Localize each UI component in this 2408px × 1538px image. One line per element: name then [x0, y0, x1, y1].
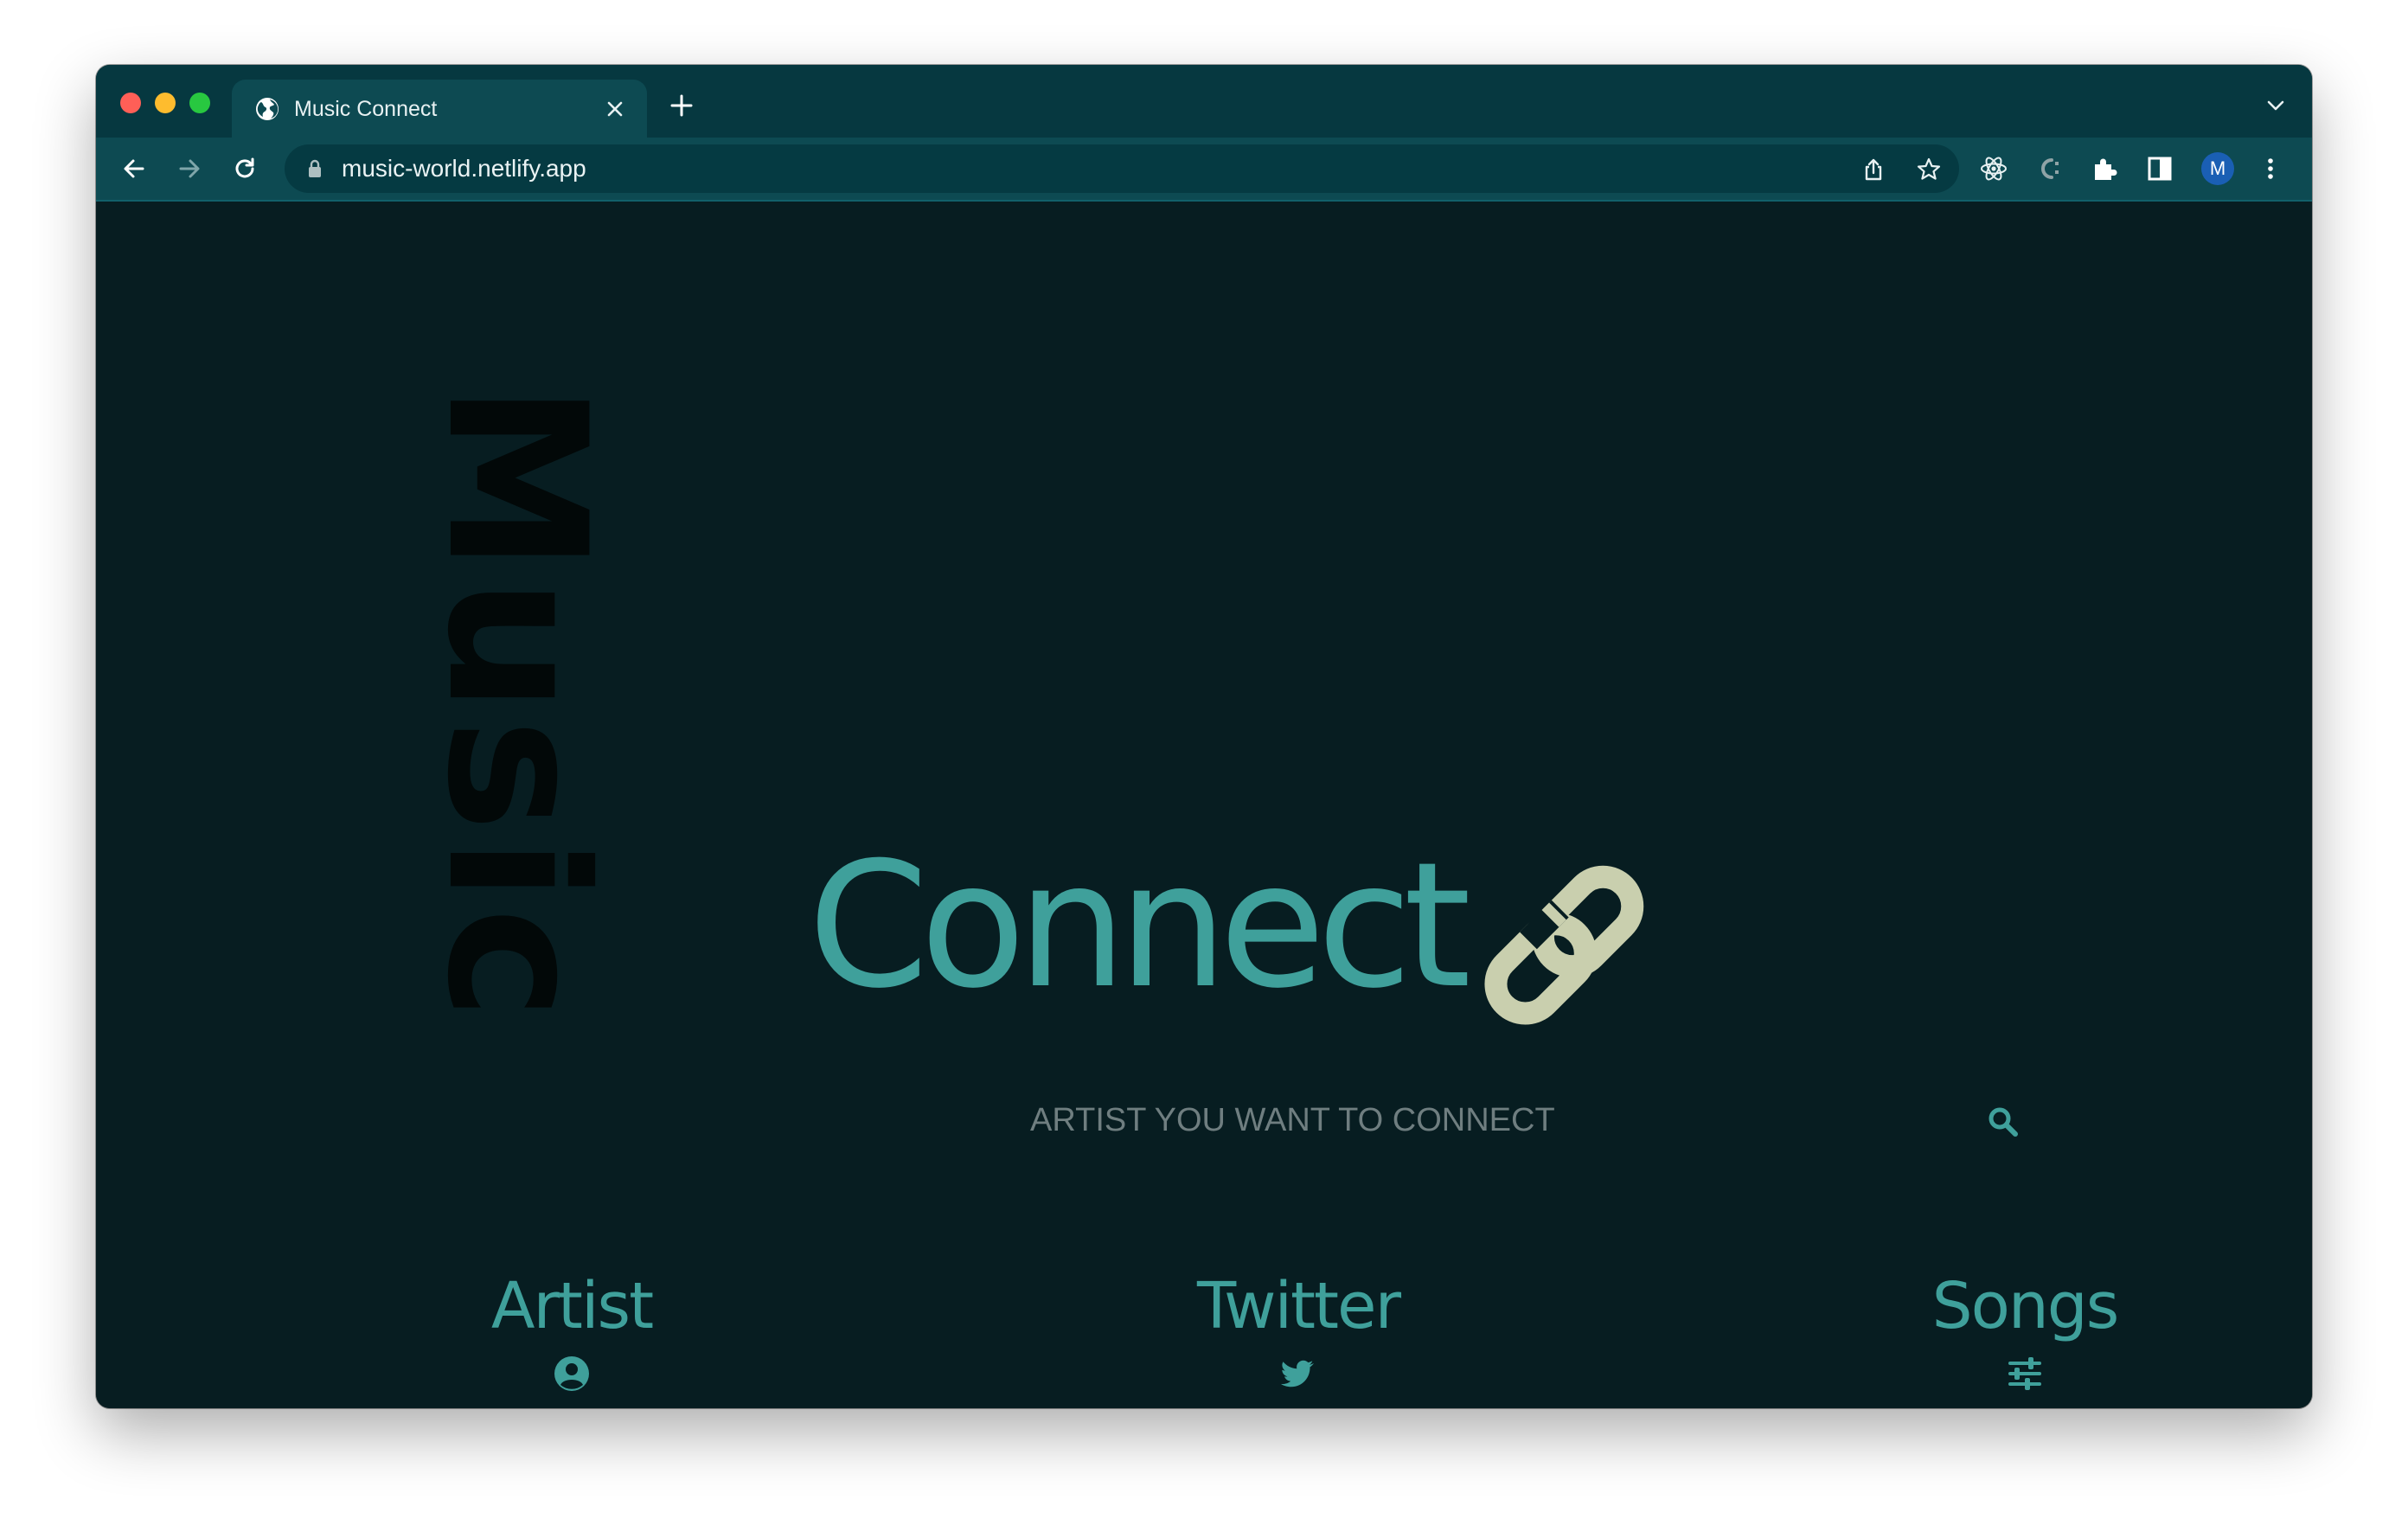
nav-songs[interactable]: Songs	[1809, 1270, 2241, 1393]
zoom-window-button[interactable]	[189, 93, 210, 113]
page-content: Music Connect Artist	[96, 202, 2312, 1408]
nav-songs-label: Songs	[1931, 1269, 2120, 1343]
nav-twitter[interactable]: Twitter	[1082, 1270, 1515, 1393]
lock-icon[interactable]	[307, 159, 323, 178]
user-circle-icon	[554, 1356, 589, 1391]
search-icon[interactable]	[1987, 1105, 2020, 1138]
extensions-icon[interactable]	[2090, 154, 2119, 183]
close-icon[interactable]	[604, 98, 626, 120]
link-icon	[1484, 865, 1644, 1025]
reload-icon[interactable]	[231, 155, 259, 183]
react-devtools-icon[interactable]	[1979, 154, 2008, 183]
star-icon[interactable]	[1916, 157, 1942, 183]
more-icon[interactable]	[2256, 154, 2285, 183]
chevron-down-icon[interactable]	[2265, 99, 2286, 112]
share-icon[interactable]	[1860, 157, 1886, 183]
colorzilla-icon[interactable]	[2034, 154, 2064, 183]
nav-artist[interactable]: Artist	[381, 1270, 762, 1393]
browser-toolbar: music-world.netlify.app M	[96, 138, 2312, 202]
new-tab-button[interactable]	[669, 93, 694, 118]
tab-title: Music Connect	[294, 97, 438, 121]
globe-icon	[256, 98, 279, 120]
artist-search-input[interactable]	[1030, 1093, 1973, 1148]
twitter-icon	[1280, 1360, 1314, 1387]
nav-artist-label: Artist	[490, 1269, 654, 1343]
browser-tab[interactable]: Music Connect	[232, 80, 647, 138]
sliders-icon	[2008, 1357, 2041, 1390]
close-window-button[interactable]	[120, 93, 141, 113]
side-panel-icon[interactable]	[2145, 154, 2174, 183]
url-text[interactable]: music-world.netlify.app	[342, 156, 586, 182]
minimize-window-button[interactable]	[155, 93, 176, 113]
title-bar: Music Connect	[96, 65, 2312, 138]
forward-arrow-icon[interactable]	[176, 155, 203, 183]
music-title: Music	[406, 383, 627, 1026]
back-arrow-icon[interactable]	[120, 155, 148, 183]
profile-avatar[interactable]: M	[2201, 152, 2234, 185]
screen: Music Connect music-world.netlify.app M …	[0, 0, 2408, 1538]
browser-window: Music Connect music-world.netlify.app M …	[96, 65, 2312, 1408]
connect-title: Connect	[808, 825, 1471, 1027]
address-bar[interactable]: music-world.netlify.app	[285, 144, 1959, 193]
nav-twitter-label: Twitter	[1196, 1269, 1401, 1343]
